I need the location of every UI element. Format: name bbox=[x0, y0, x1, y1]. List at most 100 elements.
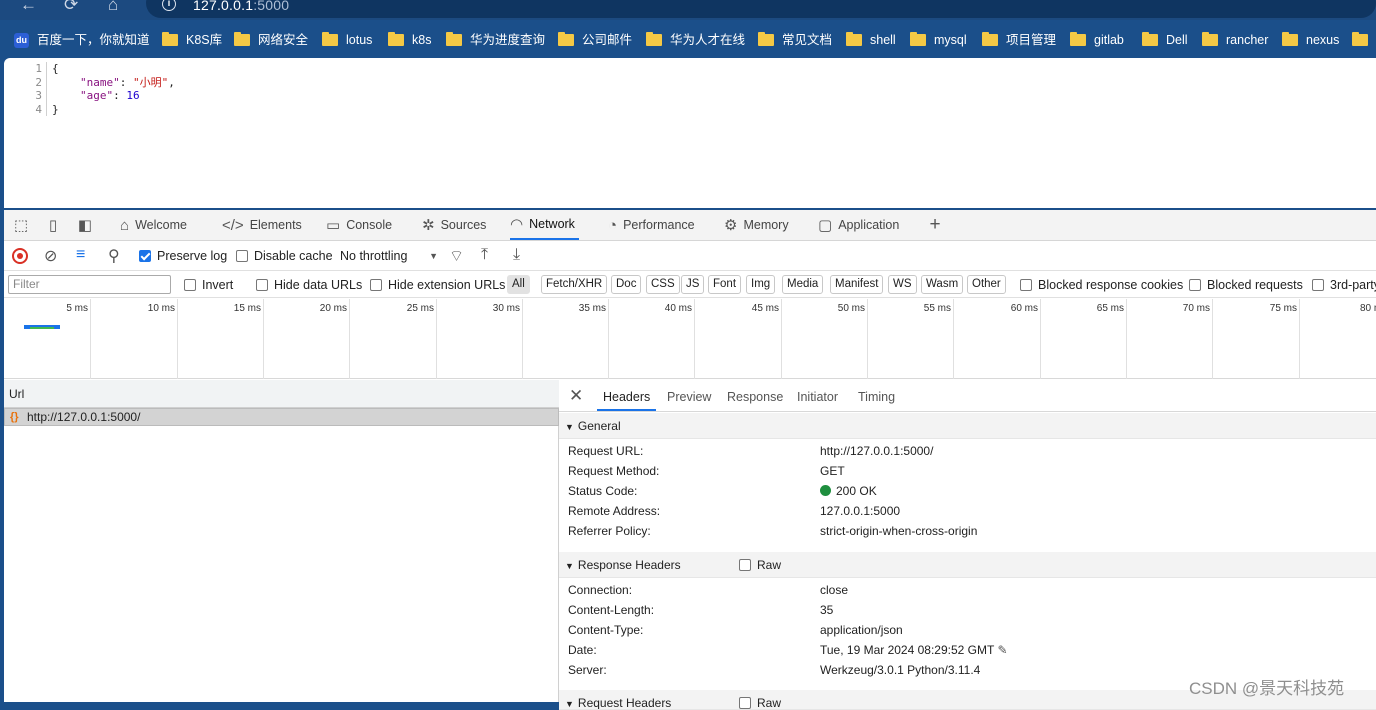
network-conditions-icon[interactable]: ⌔ bbox=[449, 246, 464, 266]
checkbox[interactable] bbox=[256, 279, 268, 291]
bookmark-huawei-progress[interactable]: 华为进度查询 bbox=[446, 28, 545, 52]
line-number: 2 bbox=[35, 75, 42, 89]
header-row: Referrer Policy: strict-origin-when-cross… bbox=[568, 524, 978, 538]
checkbox[interactable] bbox=[236, 250, 248, 262]
bookmark-lotus[interactable]: lotus bbox=[322, 28, 372, 52]
bookmark-nexus[interactable]: nexus bbox=[1282, 28, 1339, 52]
table-row[interactable]: {} http://127.0.0.1:5000/ bbox=[4, 408, 559, 426]
address-bar-url[interactable]: 127.0.0.1:5000 bbox=[193, 0, 289, 13]
tab-welcome[interactable]: ⌂ Welcome bbox=[120, 210, 187, 241]
type-filter-js[interactable]: JS bbox=[681, 275, 705, 294]
hide-extension-urls-checkbox[interactable]: Hide extension URLs bbox=[370, 278, 505, 292]
bookmark-common-docs[interactable]: 常见文档 bbox=[758, 28, 832, 52]
checkbox[interactable] bbox=[1020, 279, 1032, 291]
type-filter-other[interactable]: Other bbox=[967, 275, 1006, 294]
raw-checkbox[interactable]: Raw bbox=[739, 552, 781, 578]
checkbox-checked[interactable] bbox=[139, 250, 151, 262]
throttling-select[interactable]: No throttling ▼ bbox=[340, 247, 440, 265]
type-filter-media[interactable]: Media bbox=[782, 275, 824, 294]
blocked-cookies-checkbox[interactable]: Blocked response cookies bbox=[1020, 278, 1183, 292]
device-emulation-icon[interactable]: ▯ bbox=[44, 216, 62, 234]
baidu-paw-icon: du bbox=[14, 32, 29, 48]
section-response-headers[interactable]: ▼ Response Headers Raw bbox=[559, 552, 1376, 578]
section-general[interactable]: ▼ General bbox=[559, 413, 1376, 439]
inspect-element-icon[interactable]: ⬚ bbox=[12, 216, 30, 234]
filter-bar: Filter Invert Hide data URLs Hide extens… bbox=[4, 272, 1376, 298]
bookmark-overflow[interactable] bbox=[1352, 28, 1376, 52]
clear-icon[interactable]: ⊘ bbox=[44, 246, 57, 266]
tab-elements[interactable]: </> Elements bbox=[222, 210, 302, 241]
reload-icon[interactable]: ⟳ bbox=[64, 0, 78, 15]
type-filter-font[interactable]: Font bbox=[708, 275, 742, 294]
tab-initiator[interactable]: Initiator bbox=[797, 380, 838, 412]
tab-console[interactable]: ▭ Console bbox=[326, 210, 392, 241]
preserve-log-checkbox[interactable]: Preserve log bbox=[139, 249, 227, 263]
json-file-icon: {} bbox=[10, 411, 19, 423]
column-header-url[interactable]: Url bbox=[4, 380, 559, 408]
bookmark-shell[interactable]: shell bbox=[846, 28, 896, 52]
type-filter-css[interactable]: CSS bbox=[646, 275, 680, 294]
invert-checkbox[interactable]: Invert bbox=[184, 278, 233, 292]
record-stop-icon[interactable] bbox=[12, 248, 28, 264]
bookmark-network-security[interactable]: 网络安全 bbox=[234, 28, 308, 52]
type-filter-img[interactable]: Img bbox=[746, 275, 776, 294]
bookmark-rancher[interactable]: rancher bbox=[1202, 28, 1268, 52]
blocked-requests-checkbox[interactable]: Blocked requests bbox=[1189, 278, 1303, 292]
checkbox[interactable] bbox=[1312, 279, 1324, 291]
bookmark-project-mgmt[interactable]: 项目管理 bbox=[982, 28, 1056, 52]
tab-network[interactable]: ◠ Network bbox=[510, 210, 579, 240]
add-tab-icon[interactable]: + bbox=[926, 214, 944, 235]
import-har-icon[interactable]: ⤒ bbox=[481, 246, 488, 264]
checkbox[interactable] bbox=[739, 559, 751, 571]
address-bar[interactable] bbox=[146, 0, 1376, 18]
tab-application[interactable]: ▢ Application bbox=[818, 210, 899, 241]
console-icon: ▭ bbox=[326, 217, 341, 234]
edit-pencil-icon[interactable]: ✎ bbox=[997, 643, 1007, 657]
third-party-checkbox[interactable]: 3rd-party bbox=[1312, 278, 1376, 292]
raw-checkbox[interactable]: Raw bbox=[739, 690, 781, 709]
type-filter-manifest[interactable]: Manifest bbox=[830, 275, 884, 294]
tab-preview[interactable]: Preview bbox=[667, 380, 711, 412]
tab-timing[interactable]: Timing bbox=[858, 380, 895, 412]
tab-memory[interactable]: ⚙ Memory bbox=[724, 210, 789, 241]
dock-side-icon[interactable]: ◧ bbox=[76, 216, 94, 234]
tab-response[interactable]: Response bbox=[727, 380, 783, 412]
home-icon[interactable]: ⌂ bbox=[108, 0, 118, 15]
bookmark-baidu[interactable]: du 百度一下，你就知道 bbox=[14, 28, 150, 52]
bookmark-k8s[interactable]: k8s bbox=[388, 28, 431, 52]
bookmark-gitlab[interactable]: gitlab bbox=[1070, 28, 1124, 52]
type-filter-ws[interactable]: WS bbox=[888, 275, 917, 294]
network-overview-timeline[interactable]: 5 ms 10 ms 15 ms 20 ms 25 ms 30 ms 35 ms 40 ms 4… bbox=[4, 299, 1376, 379]
tab-sources[interactable]: ✲ Sources bbox=[422, 210, 486, 241]
folder-icon bbox=[558, 32, 574, 46]
type-filter-wasm[interactable]: Wasm bbox=[921, 275, 964, 294]
hide-data-urls-checkbox[interactable]: Hide data URLs bbox=[256, 278, 362, 292]
disable-cache-checkbox[interactable]: Disable cache bbox=[236, 249, 333, 263]
timeline-tick: 10 ms bbox=[148, 299, 178, 379]
type-filter-fetch-xhr[interactable]: Fetch/XHR bbox=[541, 275, 608, 294]
bookmark-huawei-talent[interactable]: 华为人才在线 bbox=[646, 28, 745, 52]
folder-icon bbox=[322, 32, 338, 46]
type-filter-all[interactable]: All bbox=[507, 275, 530, 294]
tab-headers[interactable]: Headers bbox=[597, 380, 657, 411]
type-filter-doc[interactable]: Doc bbox=[611, 275, 642, 294]
filter-input[interactable]: Filter bbox=[8, 275, 171, 294]
checkbox[interactable] bbox=[739, 697, 751, 709]
close-icon[interactable]: ✕ bbox=[569, 386, 583, 406]
bookmark-k8s-lib[interactable]: K8S库 bbox=[162, 28, 222, 52]
bookmark-dell[interactable]: Dell bbox=[1142, 28, 1188, 52]
tab-performance[interactable]: ◔ Performance bbox=[608, 210, 695, 241]
export-har-icon[interactable]: ⤓ bbox=[513, 246, 520, 264]
code-brackets-icon: </> bbox=[222, 217, 244, 234]
checkbox[interactable] bbox=[1189, 279, 1201, 291]
back-arrow-icon[interactable]: ← bbox=[20, 0, 37, 15]
checkbox[interactable] bbox=[184, 279, 196, 291]
checkbox[interactable] bbox=[370, 279, 382, 291]
filter-toggle-icon[interactable]: ≡ bbox=[76, 246, 85, 264]
timeline-tick: 5 ms bbox=[66, 299, 91, 379]
window-icon: ▢ bbox=[818, 217, 833, 234]
search-icon[interactable]: ⚲ bbox=[108, 246, 120, 266]
bookmark-company-mail[interactable]: 公司邮件 bbox=[558, 28, 632, 52]
bookmark-mysql[interactable]: mysql bbox=[910, 28, 967, 52]
header-row: Server: Werkzeug/3.0.1 Python/3.11.4 bbox=[568, 663, 981, 677]
